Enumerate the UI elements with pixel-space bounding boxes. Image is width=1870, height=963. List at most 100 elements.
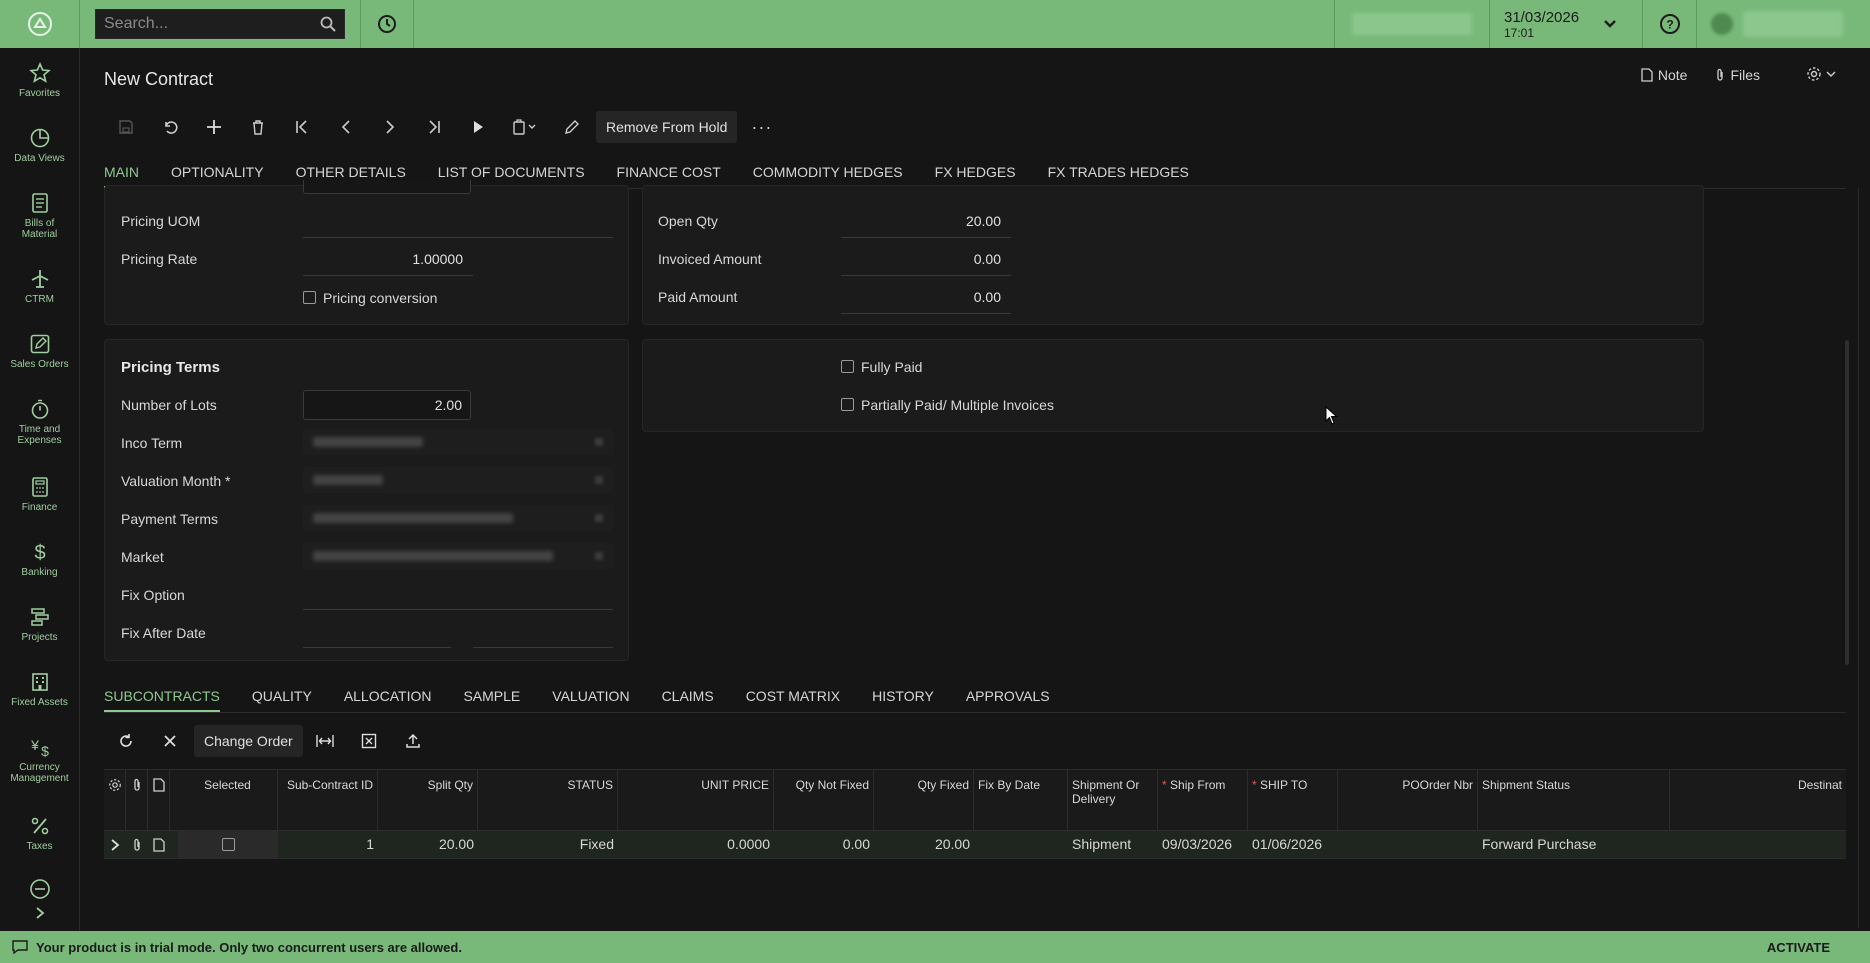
col-qty-fixed[interactable]: Qty Fixed	[874, 770, 974, 830]
fully-paid-checkbox[interactable]	[841, 360, 854, 373]
col-fix-by-date[interactable]: Fix By Date	[974, 770, 1068, 830]
sidebar-item-currency-management[interactable]: ¥ $ Currency Management	[0, 736, 79, 784]
vertical-scrollbar[interactable]	[1845, 340, 1849, 665]
run-button[interactable]	[456, 112, 500, 142]
change-order-button[interactable]: Change Order	[194, 725, 303, 757]
cell-split-qty[interactable]: 20.00	[378, 831, 478, 858]
sidebar-item-sales-orders[interactable]: Sales Orders	[0, 333, 79, 370]
copy-paste-menu[interactable]	[500, 112, 550, 142]
activate-link[interactable]: ACTIVATE	[1767, 940, 1830, 955]
sidebar-item-favorites[interactable]: Favorites	[0, 62, 79, 99]
business-date[interactable]: 31/03/2026 17:01	[1489, 0, 1642, 48]
tab-quality[interactable]: QUALITY	[252, 688, 312, 712]
pricing-rate-field[interactable]: 1.00000	[303, 251, 463, 267]
tab-valuation[interactable]: VALUATION	[552, 688, 629, 712]
sidebar-item-ctrm[interactable]: CTRM	[0, 268, 79, 305]
upload-button[interactable]	[391, 725, 435, 757]
col-poorder-nbr[interactable]: POOrder Nbr	[1338, 770, 1478, 830]
row-attachment[interactable]	[126, 831, 148, 858]
sidebar-expand-button[interactable]	[34, 906, 46, 923]
cell-ship-from[interactable]: 09/03/2026	[1158, 831, 1248, 858]
cell-qty-fixed[interactable]: 20.00	[874, 831, 974, 858]
note-button[interactable]: Note	[1641, 67, 1687, 83]
sidebar-item-finance[interactable]: Finance	[0, 476, 79, 513]
col-shipment-or-delivery[interactable]: Shipment Or Delivery	[1068, 770, 1158, 830]
tab-approvals[interactable]: APPROVALS	[966, 688, 1050, 712]
tab-sample[interactable]: SAMPLE	[463, 688, 520, 712]
tab-allocation[interactable]: ALLOCATION	[344, 688, 432, 712]
edit-button[interactable]	[550, 112, 594, 142]
col-ship-from[interactable]: * Ship From	[1158, 770, 1248, 830]
cell-ship-to[interactable]: 01/06/2026	[1248, 831, 1338, 858]
row-expand-button[interactable]	[104, 831, 126, 858]
sidebar-item-fixed-assets[interactable]: Fixed Assets	[0, 671, 79, 708]
refresh-button[interactable]	[104, 725, 148, 757]
remove-from-hold-button[interactable]: Remove From Hold	[596, 111, 738, 143]
col-selected[interactable]: Selected	[178, 770, 278, 830]
column-settings[interactable]	[104, 770, 126, 830]
clear-button[interactable]	[148, 725, 192, 757]
history-button[interactable]	[361, 0, 414, 48]
next-record-button[interactable]	[368, 112, 412, 142]
user-menu[interactable]	[1696, 0, 1870, 48]
pricing-conversion-checkbox[interactable]	[303, 291, 316, 304]
col-status[interactable]: STATUS	[478, 770, 618, 830]
sidebar-item-banking[interactable]: $ Banking	[0, 541, 79, 578]
export-excel-button[interactable]	[347, 725, 391, 757]
col-destination[interactable]: Destinat	[1670, 770, 1846, 830]
col-sub-contract-id[interactable]: Sub-Contract ID	[278, 770, 378, 830]
col-ship-to[interactable]: * SHIP TO	[1248, 770, 1338, 830]
sidebar-item-bills-of-material[interactable]: Bills of Material	[0, 192, 79, 240]
table-row[interactable]: 1 20.00 Fixed 0.0000 0.00 20.00 Shipment…	[104, 831, 1846, 859]
tab-subcontracts[interactable]: SUBCONTRACTS	[104, 688, 220, 712]
partially-paid-checkbox[interactable]	[841, 398, 854, 411]
inco-term-select[interactable]	[303, 429, 613, 455]
add-button[interactable]	[192, 112, 236, 142]
col-split-qty[interactable]: Split Qty	[378, 770, 478, 830]
save-button[interactable]	[104, 112, 148, 142]
files-button[interactable]: Files	[1715, 67, 1760, 83]
more-actions-button[interactable]: ···	[751, 117, 772, 138]
fix-option-field[interactable]	[303, 609, 613, 610]
branch-selector[interactable]	[1334, 0, 1489, 48]
valuation-month-select[interactable]	[303, 467, 613, 493]
delete-button[interactable]	[236, 112, 280, 142]
sidebar-item-taxes[interactable]: Taxes	[0, 815, 79, 852]
number-of-lots-field[interactable]: 2.00	[303, 390, 471, 420]
fix-after-date-field[interactable]	[303, 647, 451, 648]
row-select-checkbox[interactable]	[222, 838, 235, 851]
cell-shipment-status[interactable]: Forward Purchase	[1478, 831, 1670, 858]
settings-menu[interactable]	[1806, 66, 1836, 82]
logo[interactable]	[0, 0, 80, 48]
fit-columns-button[interactable]	[303, 725, 347, 757]
undo-button[interactable]	[148, 112, 192, 142]
first-record-button[interactable]	[280, 112, 324, 142]
tab-cost-matrix[interactable]: COST MATRIX	[746, 688, 840, 712]
fix-after-date-field-2[interactable]	[473, 647, 613, 648]
row-note[interactable]	[148, 831, 170, 858]
paid-amount-field[interactable]: 0.00	[841, 289, 1001, 305]
cell-sub-contract-id[interactable]: 1	[278, 831, 378, 858]
col-qty-not-fixed[interactable]: Qty Not Fixed	[774, 770, 874, 830]
cell-poorder-nbr[interactable]	[1338, 831, 1478, 858]
invoiced-amount-field[interactable]: 0.00	[841, 251, 1001, 267]
cell-qty-not-fixed[interactable]: 0.00	[774, 831, 874, 858]
search-input[interactable]	[104, 15, 304, 33]
col-unit-price[interactable]: UNIT PRICE	[618, 770, 774, 830]
cell-fix-by-date[interactable]	[974, 831, 1068, 858]
open-qty-field[interactable]: 20.00	[841, 213, 1001, 229]
col-shipment-status[interactable]: Shipment Status	[1478, 770, 1670, 830]
sidebar-item-data-views[interactable]: Data Views	[0, 127, 79, 164]
previous-record-button[interactable]	[324, 112, 368, 142]
help-button[interactable]: ?	[1642, 0, 1696, 48]
cell-unit-price[interactable]: 0.0000	[618, 831, 774, 858]
payment-terms-select[interactable]	[303, 505, 613, 531]
market-select[interactable]	[303, 543, 613, 569]
search-icon[interactable]	[320, 16, 336, 32]
scrolled-field[interactable]	[303, 180, 471, 194]
sidebar-item-time-and-expenses[interactable]: Time and Expenses	[0, 398, 79, 446]
cell-shipment-or-delivery[interactable]: Shipment	[1068, 831, 1158, 858]
sidebar-item-projects[interactable]: Projects	[0, 606, 79, 643]
cell-status[interactable]: Fixed	[478, 831, 618, 858]
tab-history[interactable]: HISTORY	[872, 688, 934, 712]
